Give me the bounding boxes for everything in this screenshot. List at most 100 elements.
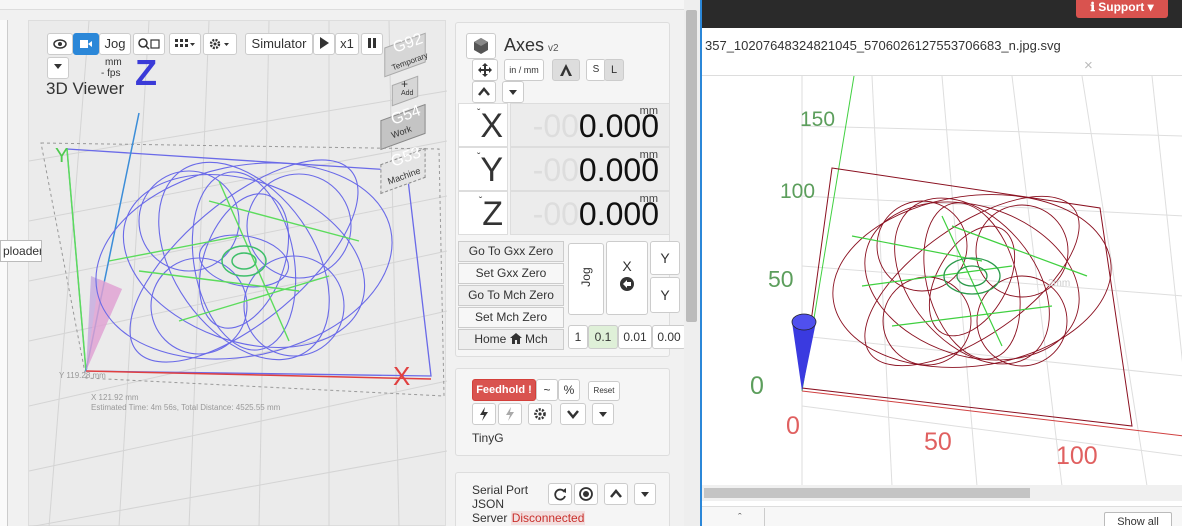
home-mch-button[interactable]: Home Mch <box>458 329 564 350</box>
horizontal-scrollbar-thumb[interactable] <box>704 488 1030 498</box>
bolt-outline-icon[interactable] <box>498 403 522 425</box>
go-to-mch-zero-button[interactable]: Go To Mch Zero <box>458 285 564 306</box>
jog-button[interactable]: Jog <box>99 33 131 55</box>
dims-y-label: Y 119.28 mm <box>59 371 106 380</box>
jog-panel-button[interactable]: Jog <box>568 243 604 315</box>
server-status: Server Disconnected <box>472 511 586 525</box>
step-1-button[interactable]: 1 <box>568 325 588 349</box>
top-strip <box>0 0 700 10</box>
controller-label: TinyG <box>472 431 504 445</box>
axis-y-label[interactable]: ˇY <box>458 147 508 191</box>
grid-menu-icon[interactable] <box>169 33 201 55</box>
bolt-icon[interactable] <box>472 403 496 425</box>
coordinate-system-buttons: G92 Temporary + Add G54 Work G53 Machine <box>369 30 437 195</box>
dropdown-caret-icon[interactable] <box>47 57 69 79</box>
chevron-down-icon[interactable] <box>560 403 586 425</box>
z-axis-label: Z <box>135 52 157 93</box>
estimate-label: Estimated Time: 4m 56s, Total Distance: … <box>91 403 281 412</box>
axis-y-unit: mm <box>639 149 658 161</box>
chevron-up-icon[interactable] <box>472 81 496 103</box>
set-gxx-zero-button[interactable]: Set Gxx Zero <box>458 263 564 284</box>
unit-toggle-button[interactable]: in / mm <box>504 59 544 81</box>
jog-y-minus-button[interactable]: Y <box>650 277 680 313</box>
large-size-button[interactable]: L <box>604 59 624 81</box>
axis-x-unit: mm <box>639 105 658 117</box>
go-to-gxx-zero-button[interactable]: Go To Gxx Zero <box>458 241 564 262</box>
dropdown-caret-icon[interactable] <box>592 403 614 425</box>
jog-label: Jog <box>579 267 593 287</box>
top-bar: ℹ Support ▾ <box>702 0 1182 28</box>
set-mch-zero-button[interactable]: Set Mch Zero <box>458 307 564 328</box>
faint-dimension-label: 2mm <box>1048 278 1071 289</box>
step-01-button[interactable]: 0.1 <box>588 325 618 349</box>
arrow-left-circle-icon <box>620 277 634 291</box>
home-icon <box>509 333 522 344</box>
fps-label: - fps <box>101 68 121 79</box>
axis-z-label[interactable]: ˇZ <box>458 191 508 235</box>
disconnected-badge: Disconnected <box>510 511 586 525</box>
svg-preview-window: ℹ Support ▾ 357_10207648324821045_570602… <box>700 0 1182 526</box>
speed-button[interactable]: x1 <box>335 33 359 55</box>
axis-x-label[interactable]: ˇX <box>458 103 508 147</box>
play-icon[interactable] <box>313 33 335 55</box>
gear-icon[interactable] <box>528 403 552 425</box>
dropdown-caret-icon[interactable] <box>502 81 524 103</box>
serial-port-panel: Serial Port JSON Server Disconnected <box>455 472 670 526</box>
add-offset-label: Add <box>401 90 414 97</box>
chevron-up-icon[interactable]: ˆ <box>738 512 748 526</box>
gear-icon[interactable] <box>203 33 237 55</box>
units-label: mm <box>105 57 122 68</box>
queue-flush-button[interactable]: % <box>558 379 580 401</box>
left-column <box>0 20 8 526</box>
axes-panel: Axes v2 in / mm S L ˇX -000.000 mm ˇY -0… <box>455 22 686 357</box>
record-icon[interactable] <box>574 483 598 505</box>
jog-y2-label: Y <box>660 287 670 303</box>
axis-row-z: ˇZ -000.000 mm <box>458 191 670 235</box>
close-icon[interactable]: × <box>1084 57 1093 74</box>
add-offset-plus: + <box>401 77 409 91</box>
info-icon: ℹ <box>1090 0 1095 14</box>
jog-x-minus-button[interactable]: X <box>606 241 648 315</box>
jog-y-plus-button[interactable]: Y <box>650 241 680 275</box>
screen: Jog Simulator x1 mm - fps Z 3D Viewer Y … <box>0 0 1182 526</box>
x-tick-0: 0 <box>786 412 800 440</box>
viewer-3d-panel[interactable]: Jog Simulator x1 mm - fps Z 3D Viewer Y … <box>28 20 447 526</box>
show-all-button[interactable]: Show all <box>1104 512 1172 526</box>
y-tick-0: 0 <box>750 372 764 400</box>
chevron-up-icon[interactable] <box>604 483 628 505</box>
eye-icon[interactable] <box>47 33 73 55</box>
jog-y1-label: Y <box>660 250 670 266</box>
font-a-icon[interactable] <box>552 59 580 81</box>
x-tick-50: 50 <box>924 428 952 456</box>
video-camera-icon[interactable] <box>73 33 99 55</box>
small-size-button[interactable]: S <box>586 59 606 81</box>
axes-title: Axes <box>504 35 545 55</box>
y-tick-150: 150 <box>800 108 836 131</box>
support-button[interactable]: ℹ Support ▾ <box>1076 0 1168 18</box>
viewer-title: 3D Viewer <box>46 79 125 98</box>
resume-button[interactable]: ~ <box>536 379 558 401</box>
chilipeppr-workspace: Jog Simulator x1 mm - fps Z 3D Viewer Y … <box>0 0 700 526</box>
axis-z-unit: mm <box>639 193 658 205</box>
refresh-icon[interactable] <box>548 483 572 505</box>
server-label: Server <box>472 511 508 525</box>
caret-down-icon: ▾ <box>1147 0 1154 14</box>
simulator-button[interactable]: Simulator <box>245 33 313 55</box>
y-axis-label: Y <box>55 145 69 167</box>
axes-version: v2 <box>548 43 559 54</box>
move-arrows-icon[interactable] <box>472 59 498 81</box>
x-axis-label: X <box>393 361 411 391</box>
serial-port-label: Serial Port <box>472 483 529 497</box>
dropdown-caret-icon[interactable] <box>634 483 656 505</box>
axis-row-x: ˇX -000.000 mm <box>458 103 670 147</box>
vertical-scrollbar-thumb[interactable] <box>686 10 697 322</box>
divider <box>764 508 765 526</box>
axes-cube-icon[interactable] <box>466 33 496 59</box>
reset-button[interactable]: Reset <box>588 381 620 401</box>
y-tick-50: 50 <box>768 266 794 292</box>
feedhold-button[interactable]: Feedhold ! <box>472 379 536 401</box>
feedhold-panel: Feedhold ! ~ % Reset TinyG <box>455 368 670 456</box>
step-001-button[interactable]: 0.01 <box>618 325 652 349</box>
uploader-tab[interactable]: ploader <box>0 240 42 262</box>
step-0001-button[interactable]: 0.00 <box>652 325 686 349</box>
